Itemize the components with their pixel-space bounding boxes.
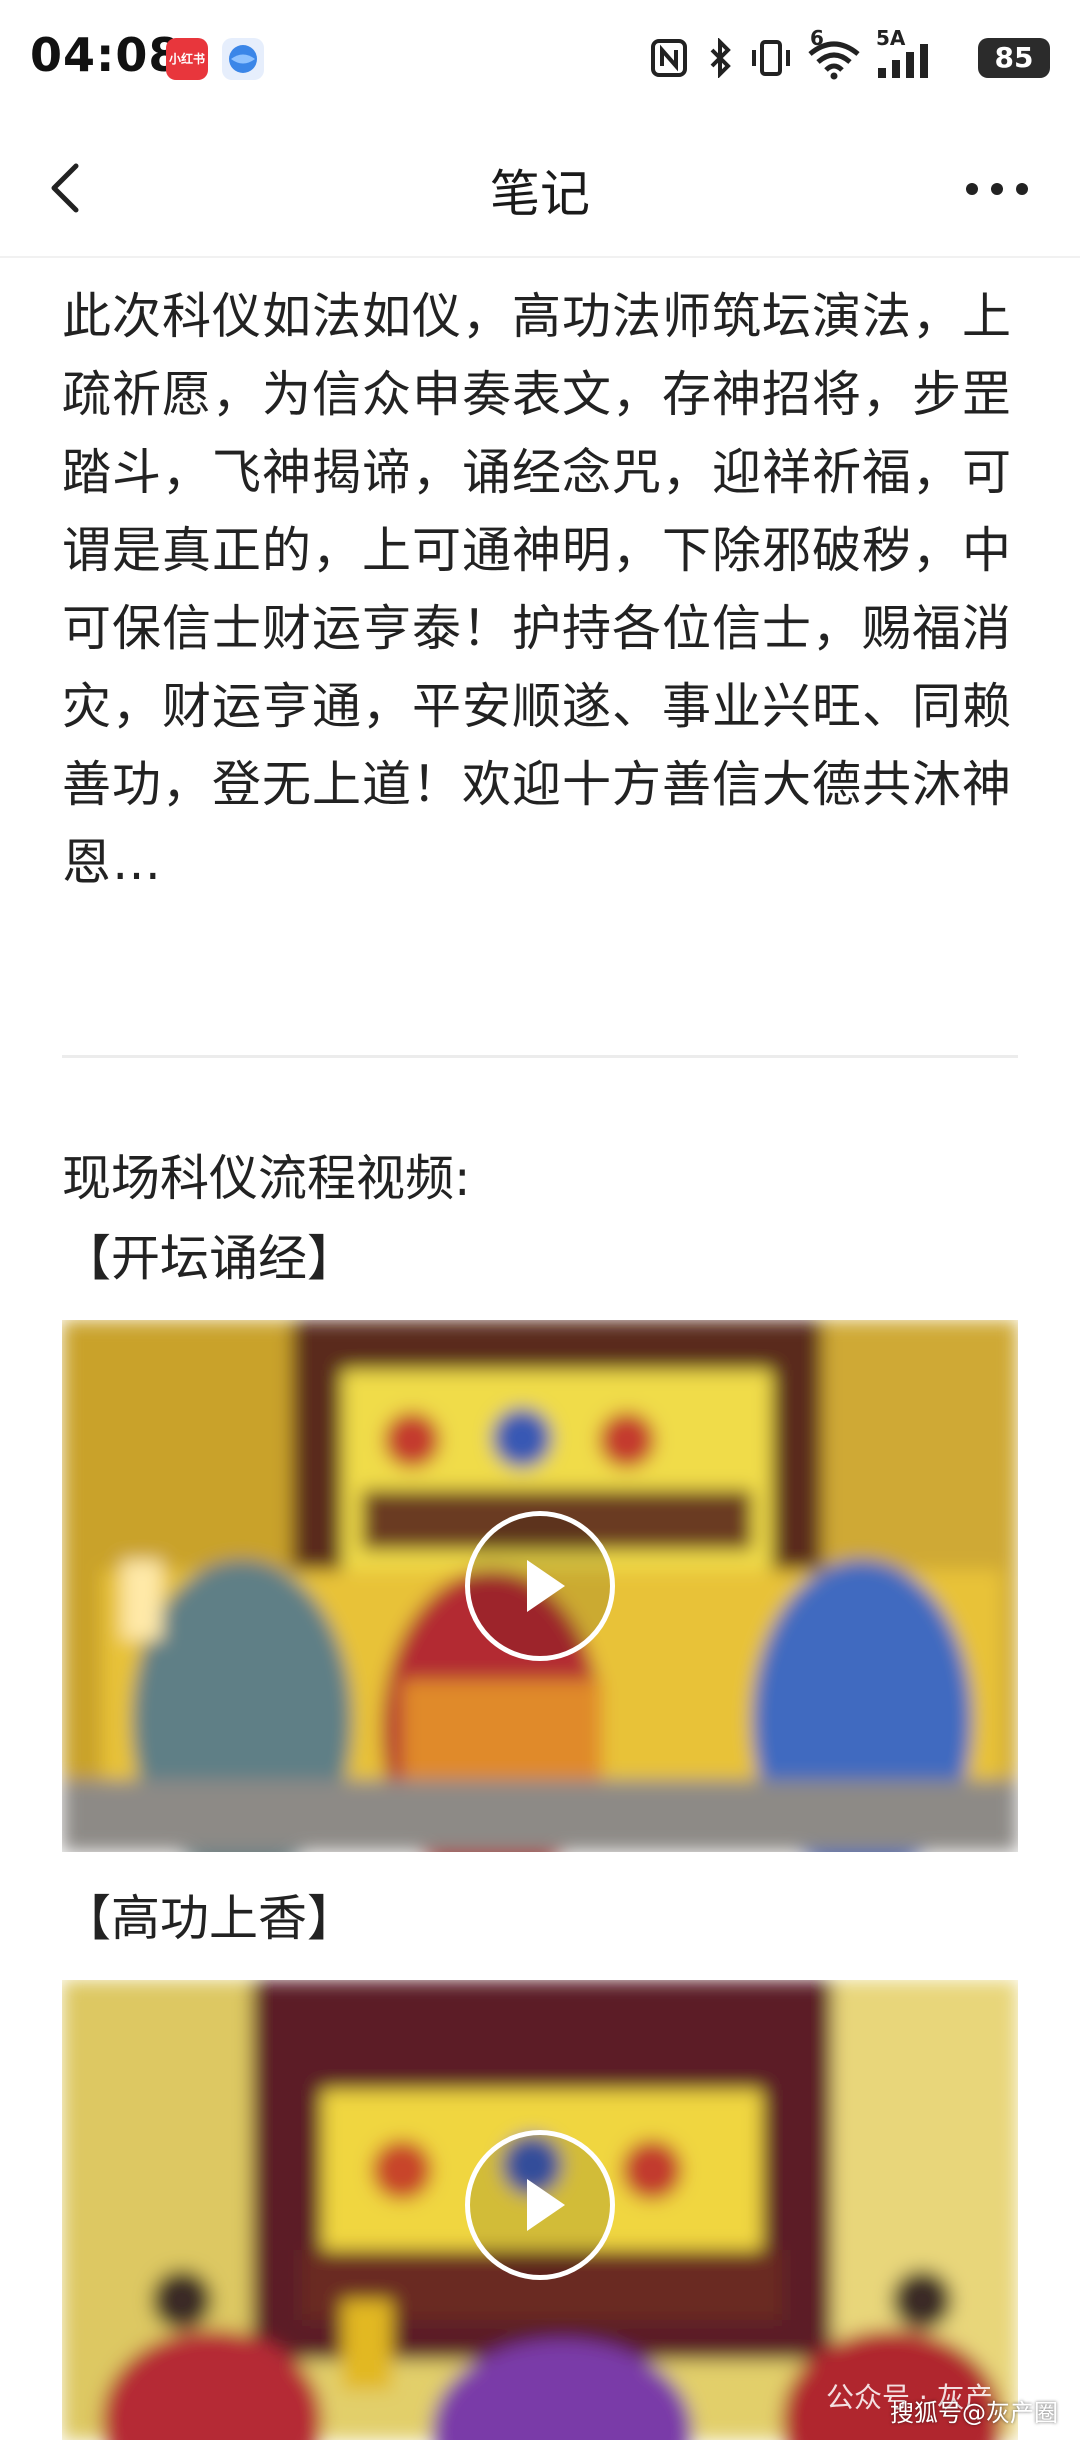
- play-button-2[interactable]: [465, 2130, 615, 2280]
- play-button-1[interactable]: [465, 1511, 615, 1661]
- wifi-icon: [808, 41, 860, 80]
- bluetooth-icon: [710, 38, 731, 78]
- article-paragraph: 此次科仪如法如仪，高功法师筑坛演法，上疏祈愿，为信众申奏表文，存神招将，步罡踏斗…: [62, 288, 1013, 891]
- source-watermark: 搜狐号@灰产圈: [890, 2399, 1058, 2427]
- status-icons: 6 5A 85: [650, 26, 1050, 84]
- play-icon: [527, 2179, 565, 2231]
- article-body: 此次科仪如法如仪，高功法师筑坛演法，上疏祈愿，为信众申奏表文，存神招将，步罡踏斗…: [62, 258, 1022, 902]
- video-player-1[interactable]: [62, 1320, 1018, 1852]
- nav-bar: 笔记: [0, 120, 1080, 258]
- nfc-icon: [651, 39, 687, 77]
- status-time: 04:08: [30, 28, 182, 82]
- video-caption-1: 【开坛诵经】: [62, 1230, 357, 1287]
- browser-app-icon: [222, 38, 264, 80]
- video-caption-2: 【高功上香】: [62, 1890, 357, 1947]
- vibrate-icon: [752, 40, 790, 76]
- play-icon: [527, 1560, 565, 1612]
- page-title: 笔记: [490, 165, 590, 223]
- status-bar: 04:08 小红书 6 5A 85: [0, 0, 1080, 120]
- video-section-intro: 现场科仪流程视频:: [62, 1150, 471, 1207]
- more-dots-icon: [966, 183, 1028, 195]
- video-player-2[interactable]: [62, 1980, 1018, 2440]
- more-button[interactable]: [962, 164, 1032, 214]
- battery-indicator: 85: [978, 38, 1050, 78]
- signal-icon: [878, 44, 928, 78]
- xiaohongshu-app-icon: 小红书: [166, 38, 208, 80]
- section-divider: [62, 1055, 1018, 1058]
